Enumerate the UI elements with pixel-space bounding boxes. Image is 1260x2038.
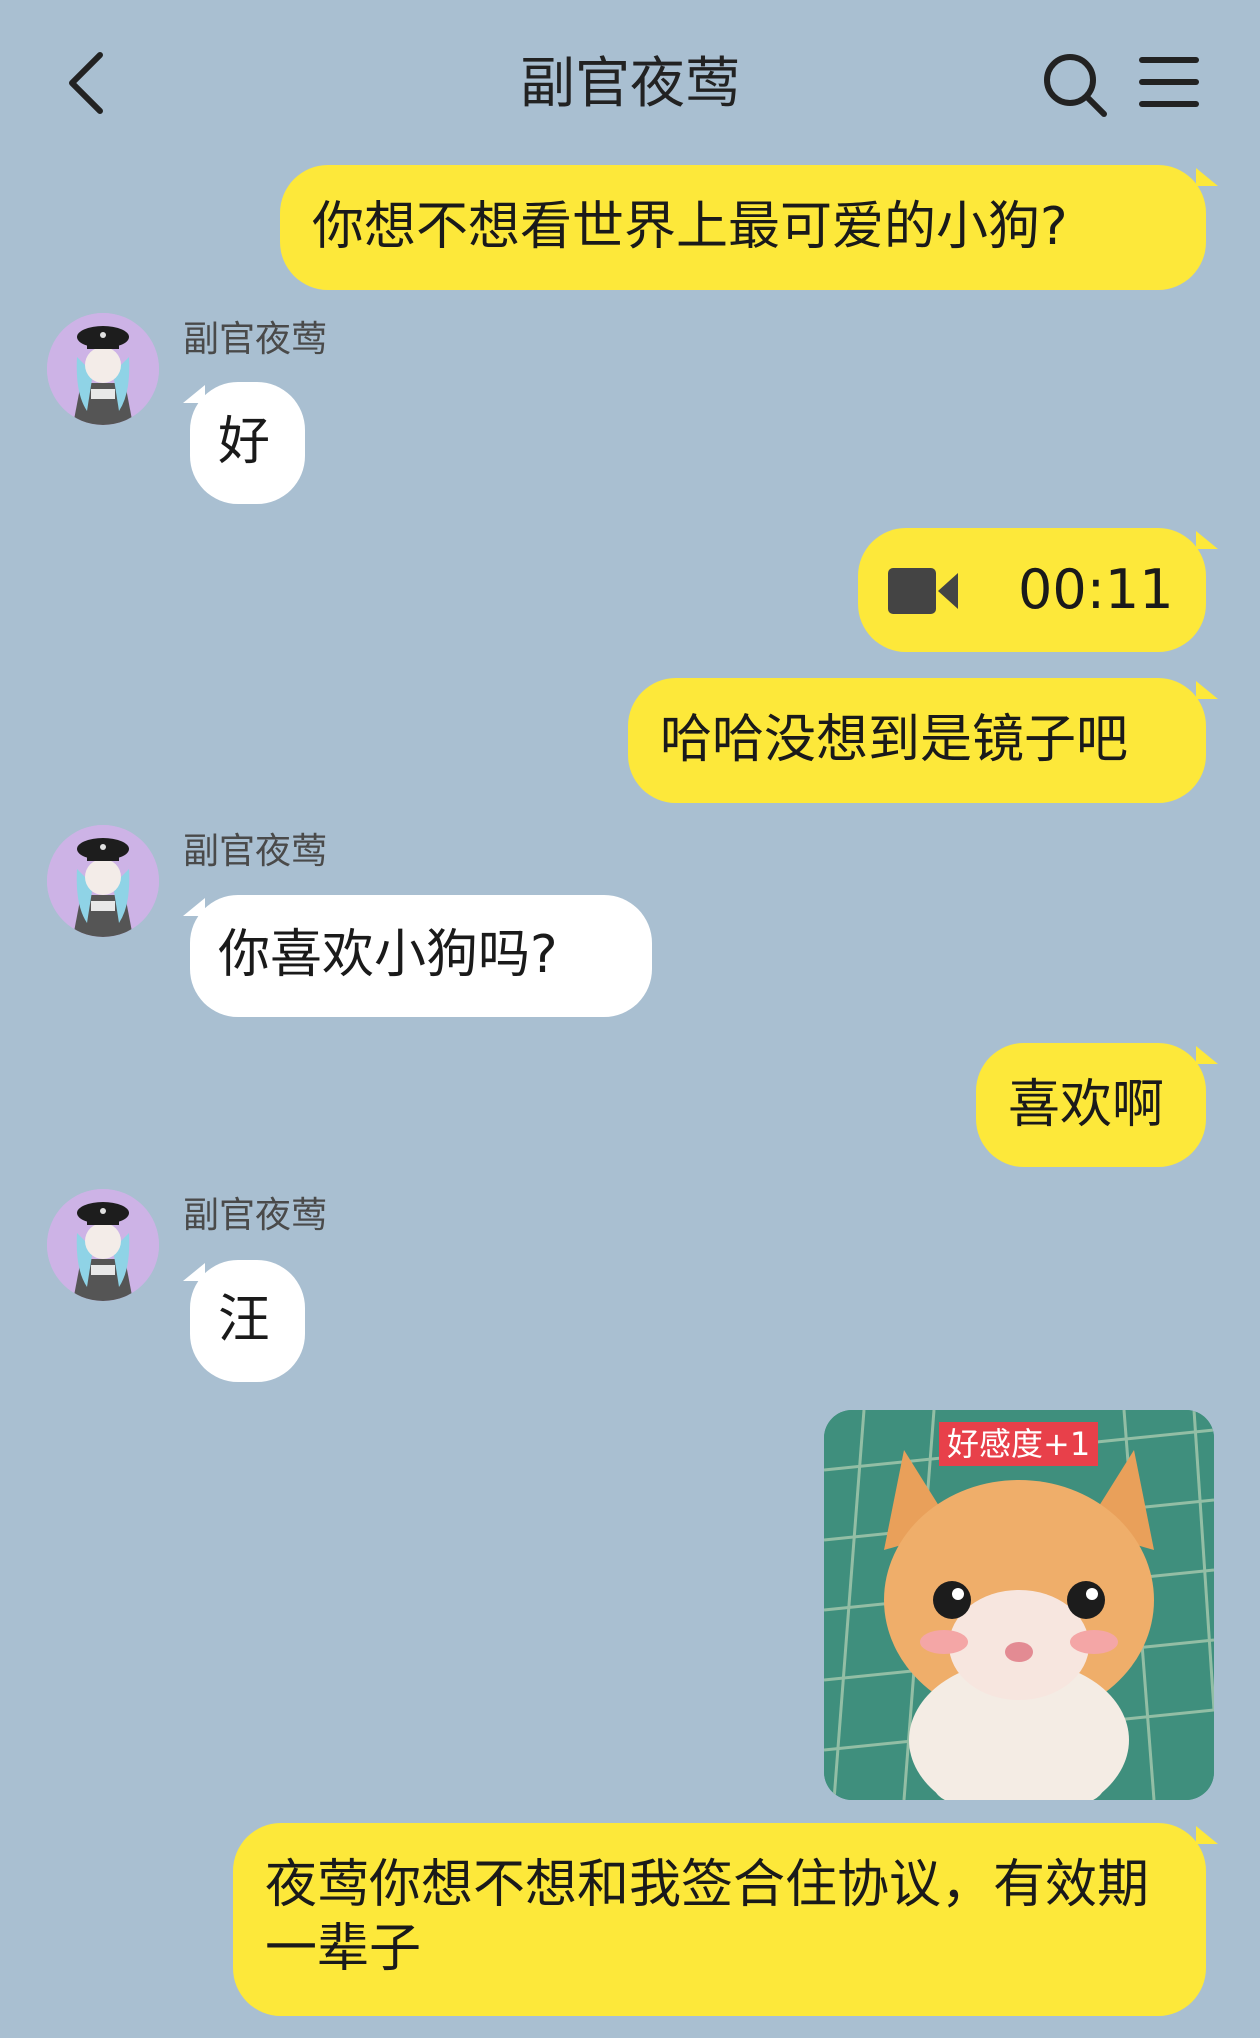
bubble-tail (1196, 681, 1218, 699)
sender-name: 副官夜莺 (183, 1195, 328, 1236)
message-bubble-mine[interactable]: 夜莺你想不想和我签合住协议，有效期一辈子 (233, 1823, 1206, 2016)
sticker-caption: 好感度+1 (939, 1422, 1099, 1466)
message-text: 你想不想看世界上最可爱的小狗? (312, 197, 1068, 257)
video-duration: 00:11 (1018, 558, 1174, 621)
message-text: 夜莺你想不想和我签合住协议，有效期一辈子 (265, 1855, 1150, 1979)
bubble-tail (183, 385, 205, 403)
bubble-tail (1196, 1826, 1218, 1844)
kitten-sticker-icon (824, 1410, 1214, 1800)
bubble-tail (183, 1263, 205, 1281)
bubble-tail (1196, 168, 1218, 186)
avatar[interactable] (47, 1189, 159, 1301)
message-text: 喜欢啊 (1008, 1075, 1165, 1135)
message-text: 你喜欢小狗吗? (218, 925, 558, 985)
search-icon (1044, 54, 1107, 117)
chat-header: 副官夜莺 (0, 0, 1260, 165)
bubble-tail (1196, 1046, 1218, 1064)
message-text: 哈哈没想到是镜子吧 (660, 710, 1129, 770)
bubble-tail (183, 898, 205, 916)
avatar[interactable] (47, 313, 159, 425)
menu-icon (1139, 57, 1199, 107)
avatar-character-icon (47, 1189, 159, 1301)
sender-name: 副官夜莺 (183, 831, 328, 872)
message-bubble-theirs[interactable]: 好 (190, 382, 305, 504)
message-bubble-mine[interactable]: 哈哈没想到是镜子吧 (628, 678, 1206, 803)
message-bubble-mine[interactable]: 你想不想看世界上最可爱的小狗? (280, 165, 1206, 290)
video-message-bubble[interactable]: 00:11 (858, 528, 1206, 652)
search-button[interactable] (1040, 50, 1110, 120)
avatar[interactable] (47, 825, 159, 937)
message-text: 好 (218, 412, 271, 472)
message-text: 汪 (218, 1290, 271, 1350)
bubble-tail (1196, 531, 1218, 549)
message-bubble-mine[interactable]: 喜欢啊 (976, 1043, 1206, 1167)
video-camera-icon (888, 568, 958, 614)
sender-name: 副官夜莺 (183, 319, 328, 360)
menu-button[interactable] (1138, 52, 1200, 112)
avatar-character-icon (47, 313, 159, 425)
sticker-image[interactable]: 好感度+1 (824, 1410, 1214, 1800)
message-bubble-theirs[interactable]: 汪 (190, 1260, 305, 1382)
avatar-character-icon (47, 825, 159, 937)
message-bubble-theirs[interactable]: 你喜欢小狗吗? (190, 895, 652, 1017)
